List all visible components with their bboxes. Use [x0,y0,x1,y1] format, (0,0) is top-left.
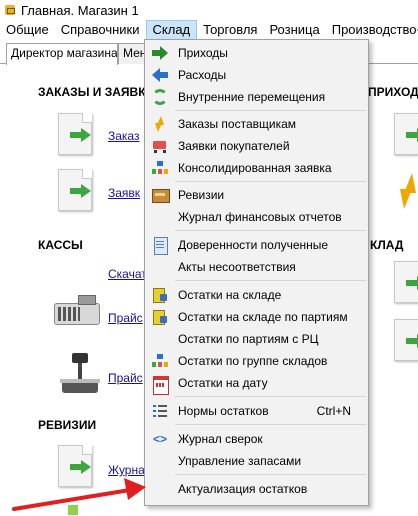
menu-item-stock-on-date[interactable]: Остатки на дату [147,372,366,395]
cart-icon [152,138,168,154]
app-icon [4,4,16,16]
section-receipts-title: ПРИХОДЫ [368,85,418,99]
stock-icon [152,287,168,303]
menu-item-internal-transfers[interactable]: Внутренние перемещения [147,86,366,108]
section-warehouse-title: КЛАД [370,238,404,252]
tab-store-director[interactable]: Директор магазина [6,43,118,65]
stock-icon [152,309,168,325]
warehouse-dropdown-menu: Приходы Расходы Внутренние перемещения З… [144,39,369,506]
menu-item-reconciliation-journal[interactable]: <> Журнал сверок [147,428,366,450]
link-download[interactable]: Скачат [108,267,147,281]
cash-register-icon [52,293,102,327]
menu-separator [175,181,366,182]
menu-item-supplier-orders[interactable]: Заказы поставщикам [147,113,366,135]
menu-bar: Общие Справочники Склад Торговля Розница… [0,20,418,40]
menu-item-stock-actualization[interactable]: Актуализация остатков [147,478,366,500]
calendar-icon [152,375,169,395]
menu-separator [175,230,366,231]
menu-item-stock-by-warehouse-group[interactable]: Остатки по группе складов [147,350,366,372]
link-requests[interactable]: Заявк [108,186,140,200]
outgoing-arrow-icon [152,67,168,83]
menu-item-stock-norms[interactable]: Нормы остатков Ctrl+N [147,400,366,422]
hierarchy-icon [152,160,168,176]
menu-retail[interactable]: Розница [263,20,325,40]
menu-item-receipts[interactable]: Приходы [147,42,366,64]
document-arrow-icon [392,319,418,363]
menu-separator [175,396,366,397]
link-orders[interactable]: Заказ [108,129,139,143]
menu-item-received-powers-of-attorney[interactable]: Доверенности полученные [147,234,366,256]
document-arrow-icon [56,113,96,157]
menu-item-warehouse-stock[interactable]: Остатки на складе [147,284,366,306]
section-cash-title: КАССЫ [38,238,83,252]
menu-production[interactable]: Производство+ [326,20,418,40]
incoming-arrow-icon [152,45,168,61]
lightning-icon [152,116,168,132]
menu-general[interactable]: Общие [0,20,55,40]
section-revisions-title: РЕВИЗИИ [38,418,97,432]
menu-item-stock-by-batch-rc[interactable]: Остатки по партиям с РЦ [147,328,366,350]
menu-item-revisions[interactable]: Ревизии [147,184,366,206]
menu-trade[interactable]: Торговля [197,20,263,40]
menu-warehouse[interactable]: Склад [145,20,198,40]
section-orders-title: ЗАКАЗЫ И ЗАЯВКИ [38,85,155,99]
menu-separator [175,424,366,425]
scale-icon [58,353,102,397]
list-icon [152,403,168,419]
box-icon [152,187,170,203]
transfer-cycle-icon [152,89,168,105]
menu-item-inventory-management[interactable]: Управление запасами [147,450,366,472]
link-price-list-2[interactable]: Прайс [108,371,143,385]
document-arrow-icon [56,169,96,213]
menu-item-warehouse-stock-by-batch[interactable]: Остатки на складе по партиям [147,306,366,328]
link-journal[interactable]: Журна [108,463,145,477]
menu-item-customer-requests[interactable]: Заявки покупателей [147,135,366,157]
menu-item-consolidated-request[interactable]: Консолидированная заявка [147,157,366,179]
lightning-icon [398,173,418,209]
menu-references[interactable]: Справочники [55,20,146,40]
menu-item-discrepancy-acts[interactable]: Акты несоответствия [147,256,366,278]
window-title: Главная. Магазин 1 [21,2,139,18]
green-square-icon [68,505,78,515]
shortcut-label: Ctrl+N [316,404,351,418]
menu-separator [175,110,366,111]
hierarchy-icon [152,353,168,369]
document-icon [152,237,168,255]
document-arrow-icon [392,261,418,305]
code-icon: <> [152,432,167,446]
menu-item-expenses[interactable]: Расходы [147,64,366,86]
menu-separator [175,280,366,281]
title-bar: Главная. Магазин 1 [0,0,418,20]
document-arrow-icon [392,113,418,157]
menu-separator [175,474,366,475]
document-arrow-icon [56,445,96,489]
menu-item-financial-reports-journal[interactable]: Журнал финансовых отчетов [147,206,366,228]
link-price-list-1[interactable]: Прайс [108,311,143,325]
